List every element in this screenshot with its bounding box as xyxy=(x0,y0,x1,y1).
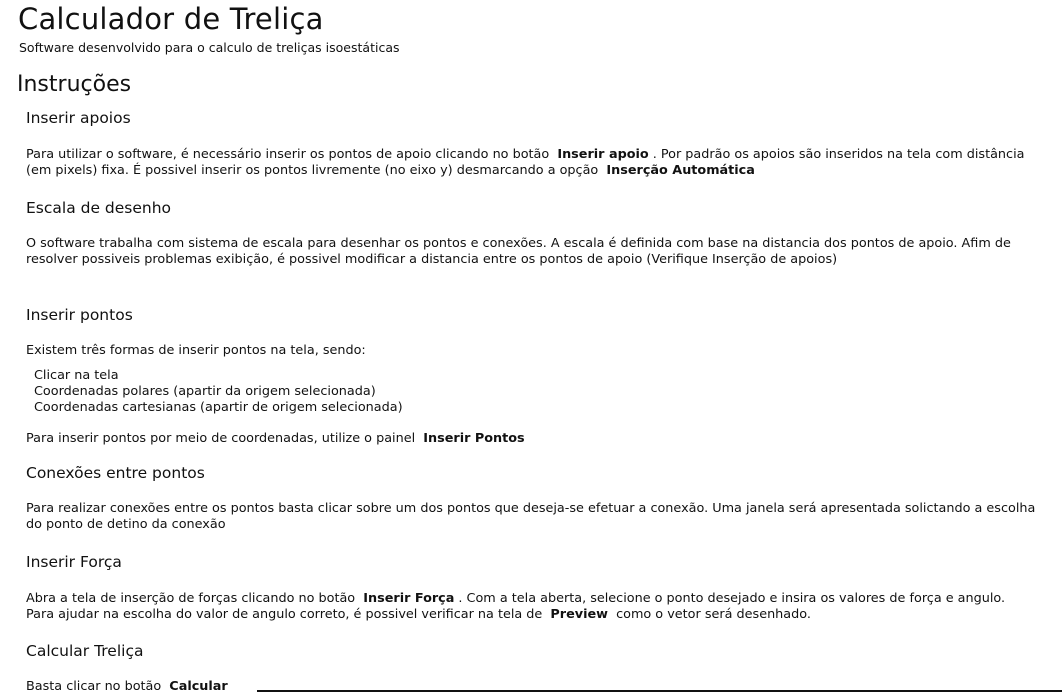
section-title-inserir-pontos: Inserir pontos xyxy=(26,306,133,324)
list-item: Clicar na tela xyxy=(34,368,119,383)
section-title-conexoes: Conexões entre pontos xyxy=(26,464,205,482)
section-title-inserir-forca: Inserir Força xyxy=(26,553,122,571)
page-title: Calculador de Treliça xyxy=(18,2,324,36)
text-segment: como o vetor será desenhado. xyxy=(616,607,811,622)
keyword-preview: Preview xyxy=(550,607,608,622)
text-segment: Abra a tela de inserção de forças clican… xyxy=(26,591,356,606)
keyword-inserir-apoio: Inserir apoio xyxy=(557,147,649,162)
keyword-insercao-automatica: Inserção Automática xyxy=(606,163,755,178)
bottom-divider xyxy=(257,690,1062,692)
section-title-inserir-apoios: Inserir apoios xyxy=(26,109,131,127)
paragraph-inserir-apoios: Para utilizar o software, é necessário i… xyxy=(26,147,1036,179)
section-title-calcular-trelica: Calcular Treliça xyxy=(26,642,144,660)
keyword-inserir-pontos: Inserir Pontos xyxy=(423,431,525,446)
instructions-heading: Instruções xyxy=(17,72,132,97)
paragraph-conexoes: Para realizar conexões entre os pontos b… xyxy=(26,501,1036,532)
section-title-escala-de-desenho: Escala de desenho xyxy=(26,199,172,217)
paragraph-escala-de-desenho: O software trabalha com sistema de escal… xyxy=(26,236,1011,267)
keyword-inserir-forca: Inserir Força xyxy=(363,591,455,606)
list-item: Coordenadas polares (apartir da origem s… xyxy=(34,384,376,399)
paragraph-calcular: Basta clicar no botão Calcular xyxy=(26,679,1036,695)
text-segment: Para utilizar o software, é necessário i… xyxy=(26,147,550,162)
keyword-calcular: Calcular xyxy=(169,679,228,694)
paragraph-inserir-pontos-painel: Para inserir pontos por meio de coordena… xyxy=(26,431,1036,447)
paragraph-inserir-forca: Abra a tela de inserção de forças clican… xyxy=(26,591,1036,623)
text-segment: Para inserir pontos por meio de coordena… xyxy=(26,431,416,446)
paragraph-inserir-pontos-intro: Existem três formas de inserir pontos na… xyxy=(26,343,366,358)
text-segment: Basta clicar no botão xyxy=(26,679,162,694)
page-subtitle: Software desenvolvido para o calculo de … xyxy=(19,40,400,55)
point-insertion-methods-list: Clicar na tela Coordenadas polares (apar… xyxy=(34,368,403,416)
list-item: Coordenadas cartesianas (apartir de orig… xyxy=(34,400,403,415)
